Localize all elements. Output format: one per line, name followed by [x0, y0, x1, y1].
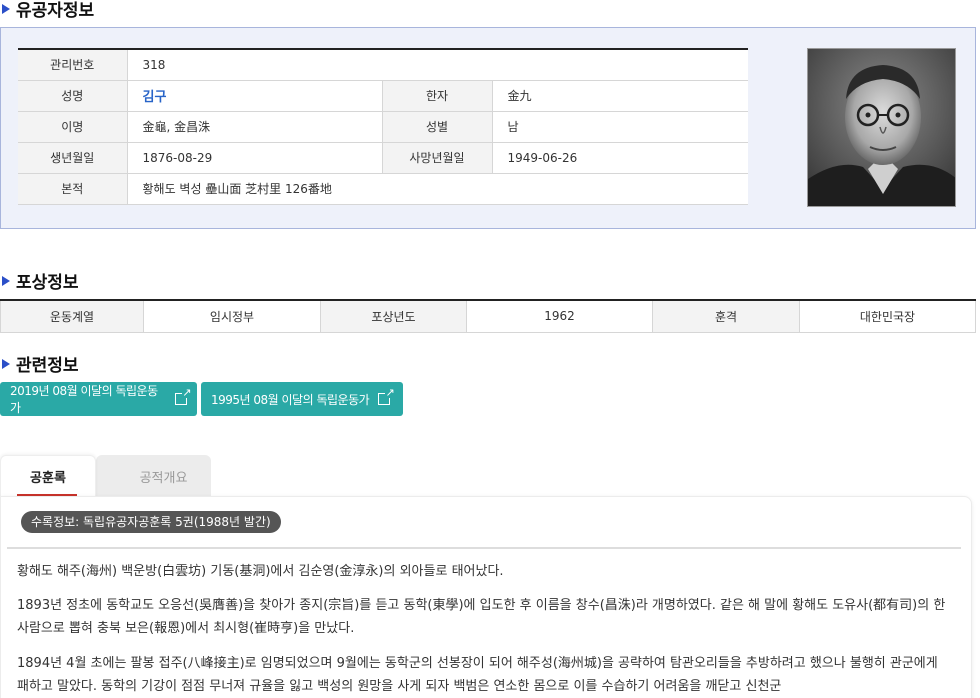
portrait-image	[808, 49, 955, 206]
name-link[interactable]: 김구	[143, 90, 167, 105]
table-row: 관리번호 318	[18, 49, 748, 81]
profile-box: 관리번호 318 성명 김구 한자 金九 이명 金龜, 金昌洙 성별 남 생년월…	[0, 27, 976, 229]
paragraph: 황해도 해주(海州) 백운방(白雲坊) 기동(基洞)에서 김순영(金淳永)의 외…	[17, 564, 504, 579]
table-row: 이명 金龜, 金昌洙 성별 남	[18, 111, 748, 143]
award-table: 운동계열 임시정부 포상년도 1962 훈격 대한민국장	[0, 299, 976, 333]
birth-value: 1876-08-29	[127, 142, 382, 174]
award-year-value: 1962	[466, 300, 653, 333]
origin-value: 황해도 벽성 壘山面 芝村里 126番地	[127, 173, 748, 205]
alias-value: 金龜, 金昌洙	[127, 111, 382, 143]
alias-label: 이명	[18, 111, 128, 143]
origin-label: 본적	[18, 173, 128, 205]
portrait-photo	[807, 48, 956, 207]
external-link-icon	[175, 386, 191, 405]
name-label: 성명	[18, 80, 128, 112]
triangle-bullet-icon	[2, 358, 10, 369]
source-badge: 수록정보: 독립유공자공훈록 5권(1988년 발간)	[21, 511, 281, 533]
mgmt-label: 관리번호	[18, 49, 128, 81]
related-button-1995[interactable]: 1995년 08월 이달의 독립운동가	[201, 382, 403, 416]
merit-content: 수록정보: 독립유공자공훈록 5권(1988년 발간) 황해도 해주(海州) 백…	[0, 496, 972, 698]
section-title-related: 관련정보	[0, 351, 79, 376]
section-title-award: 포상정보	[0, 268, 79, 293]
medal-value: 대한민국장	[799, 300, 976, 333]
mgmt-value: 318	[127, 49, 748, 81]
movement-label: 운동계열	[0, 300, 144, 333]
movement-value: 임시정부	[143, 300, 321, 333]
divider	[7, 547, 961, 549]
external-link-icon	[378, 386, 394, 405]
section-title-profile: 유공자정보	[0, 0, 94, 21]
award-year-label: 포상년도	[320, 300, 467, 333]
table-row: 생년월일 1876-08-29 사망년월일 1949-06-26	[18, 142, 748, 174]
triangle-bullet-icon	[2, 3, 10, 14]
death-label: 사망년월일	[381, 142, 493, 174]
paragraph: 1894년 4월 초에는 팔봉 접주(八峰接主)로 임명되었으며 9월에는 동학…	[17, 656, 938, 694]
triangle-bullet-icon	[2, 275, 10, 286]
table-row: 성명 김구 한자 金九	[18, 80, 748, 112]
table-row: 본적 황해도 벽성 壘山面 芝村里 126番地	[18, 173, 748, 205]
tab-merit-record[interactable]: 공훈록	[0, 455, 96, 497]
table-row: 운동계열 임시정부 포상년도 1962 훈격 대한민국장	[0, 300, 976, 333]
gender-value: 남	[492, 111, 748, 143]
hanja-label: 한자	[381, 80, 493, 112]
medal-label: 훈격	[652, 300, 800, 333]
death-value: 1949-06-26	[492, 142, 748, 174]
profile-table: 관리번호 318 성명 김구 한자 金九 이명 金龜, 金昌洙 성별 남 생년월…	[18, 48, 748, 205]
paragraph: 1893년 정초에 동학교도 오응선(吳膺善)을 찾아가 종지(宗旨)를 듣고 …	[17, 598, 946, 636]
tab-summary[interactable]: 공적개요	[96, 455, 211, 497]
gender-label: 성별	[381, 111, 493, 143]
birth-label: 생년월일	[18, 142, 128, 174]
related-button-2019[interactable]: 2019년 08월 이달의 독립운동가	[0, 382, 197, 416]
hanja-value: 金九	[492, 80, 748, 112]
